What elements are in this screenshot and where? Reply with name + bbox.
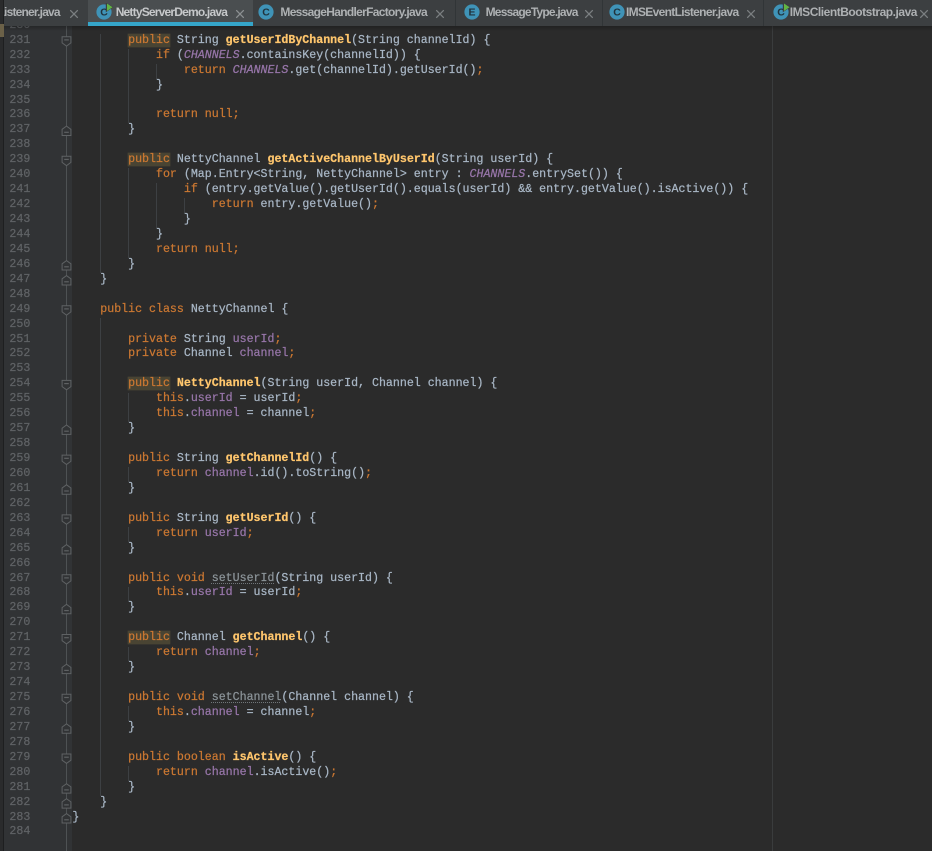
- svg-text:C: C: [613, 7, 621, 19]
- svg-text:C: C: [262, 7, 270, 19]
- svg-text:E: E: [468, 7, 475, 19]
